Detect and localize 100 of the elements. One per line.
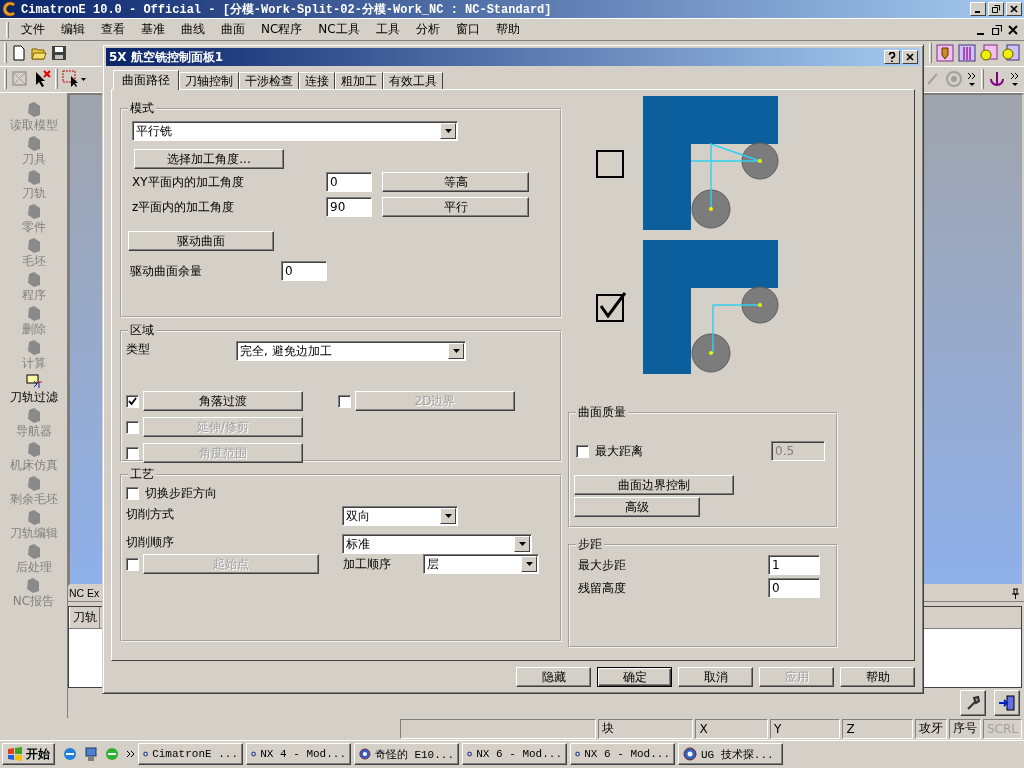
start-button[interactable]: 开始 [2,743,55,766]
checkbox[interactable] [126,487,139,500]
menu-item[interactable]: NC程序 [253,21,311,38]
input-field[interactable]: 0 [768,578,820,598]
computer-icon[interactable] [83,746,99,763]
dropdown[interactable]: 平行铣 [132,121,458,141]
close-icon [906,53,914,61]
taskbar-button[interactable]: NX 4 - Mod... [246,743,351,766]
dropdown[interactable]: 层 [423,554,539,574]
dropdown[interactable]: 标准 [342,534,532,554]
bulb-tool-icon[interactable] [980,44,998,63]
tab[interactable]: 曲面路径 [113,70,179,90]
field-label: z平面内的加工角度 [132,198,236,216]
menu-item[interactable]: 基准 [133,21,173,38]
save-icon[interactable] [51,45,67,62]
menu-item[interactable]: 曲面 [213,21,253,38]
field-label: 最大距离 [595,442,644,460]
taskbar-button[interactable]: NX 6 - Mod... [570,743,675,766]
app-logo-icon [2,1,18,18]
tool-button[interactable] [960,689,986,716]
caret-icon [452,349,460,353]
panel-title: NC Ex [69,587,100,600]
menu-item[interactable]: 文件 [13,21,53,38]
tab[interactable]: 刀轴控制 [179,72,239,89]
button[interactable]: 平行 [382,197,529,217]
dialog-title: 5X 航空铣控制面板1 [109,48,225,66]
dropdown[interactable]: 双向 [342,506,458,526]
folder-icon [24,372,43,389]
input-field[interactable]: 90 [326,197,372,217]
app-icon [359,747,371,762]
column-header[interactable]: 刀轨 [69,606,100,628]
button[interactable]: 驱动曲面 [128,231,274,251]
field-label: 类型 [126,341,151,358]
tab[interactable]: 连接 [299,72,335,89]
menu-item[interactable]: 编辑 [53,21,93,38]
taskbar-button[interactable]: CimatronE ... [138,743,243,766]
overflow-chevron-icon[interactable] [1010,70,1020,89]
checkbox[interactable] [596,148,626,178]
button[interactable]: 等高 [382,172,529,192]
overflow-chevron-icon[interactable] [127,750,135,759]
menu-item[interactable]: NC工具 [310,21,368,38]
checkbox[interactable] [596,292,626,322]
menu-item[interactable]: 工具 [367,21,408,38]
button[interactable]: 角落过渡 [143,391,303,411]
select-area-icon[interactable] [62,70,86,89]
exit-button[interactable] [994,689,1020,716]
group-title: 区域 [129,322,155,339]
field-label: 最大步距 [578,556,627,574]
overflow-chevron-icon[interactable] [967,70,977,89]
menu-item[interactable]: 分析 [407,21,448,38]
dialog-button[interactable]: 帮助 [840,667,915,687]
close-button[interactable] [902,50,918,64]
group-title: 工艺 [129,466,155,483]
button[interactable]: 曲面边界控制 [574,475,734,495]
group-title: 模式 [129,100,155,117]
dialog-button[interactable]: 取消 [678,667,753,687]
status-indicator: 攻牙 [914,718,947,739]
taskbar-button[interactable]: 奇怪的 E10... [354,743,459,766]
tab[interactable]: 有效工具 [383,72,443,89]
button[interactable]: 选择加工角度... [134,149,284,169]
sidebar-button[interactable]: 刀轨过滤 [9,372,58,407]
help-button[interactable] [884,50,900,64]
menu-item[interactable]: 窗口 [447,21,488,38]
cursor-delete-icon[interactable] [33,70,51,89]
status-field: 块 [597,718,694,739]
caret-icon [518,542,526,546]
door-exit-icon [998,693,1016,712]
field-label: XY平面内的加工角度 [132,173,245,191]
tool-holder-icon[interactable] [936,44,954,63]
menu-item[interactable]: 曲线 [173,21,213,38]
minimize-icon[interactable] [970,2,986,17]
new-file-icon[interactable] [11,45,27,62]
restore-icon[interactable] [992,24,1002,35]
help-icon [888,52,896,62]
column-icon[interactable] [958,44,976,63]
input-field[interactable]: 0 [281,261,327,281]
tab[interactable]: 干涉检查 [239,72,299,89]
menu-item[interactable]: 查看 [93,21,133,38]
app-icon [683,747,697,762]
anchor-icon[interactable] [988,70,1006,89]
dialog-button[interactable]: 确定 [597,667,672,687]
tab[interactable]: 粗加工 [335,72,383,89]
status-field: X [695,718,768,739]
pin-icon[interactable] [1011,587,1020,599]
field-label: 切削顺序 [126,534,175,551]
taskbar-button[interactable]: NX 6 - Mod... [462,743,567,766]
close-icon[interactable] [1008,24,1018,35]
status-indicator: 序号 [948,718,981,739]
bulb-tool-icon[interactable] [1002,44,1020,63]
menu-item[interactable]: 帮助 [487,21,528,38]
field-label: 切削方式 [126,506,175,523]
button[interactable]: 高级 [574,497,700,517]
taskbar-button[interactable]: UG 技术探... [678,743,783,766]
dialog-button[interactable]: 隐藏 [516,667,591,687]
field-label: 残留高度 [578,579,627,597]
input-field[interactable]: 1 [768,555,820,575]
dropdown[interactable]: 完全, 避免边加工 [236,341,466,361]
input-field[interactable]: 0 [326,172,372,192]
field-label: 加工顺序 [343,555,392,573]
checkbox[interactable] [126,394,139,408]
